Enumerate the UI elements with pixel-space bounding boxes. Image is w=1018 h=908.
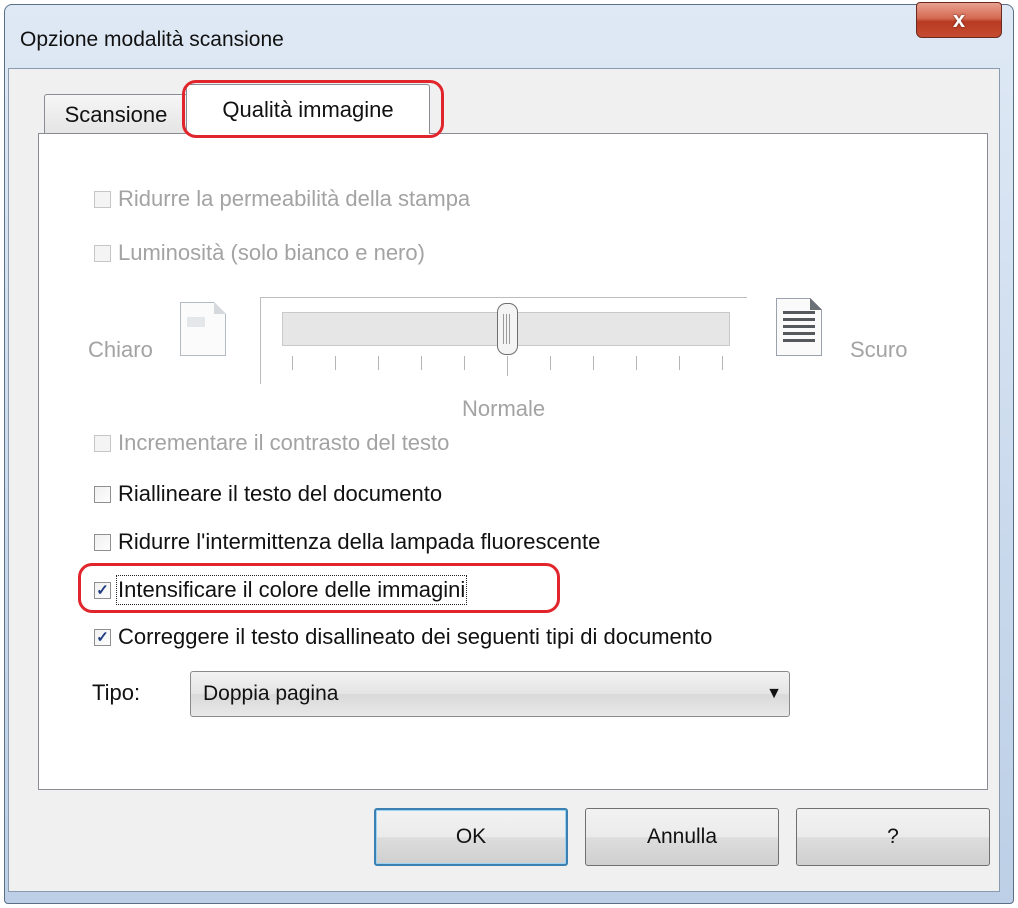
intensify-checkbox[interactable]: Intensificare il colore delle immagini <box>94 575 468 605</box>
checkbox-box-checked <box>94 628 111 646</box>
slider-tick <box>421 356 422 370</box>
slider-tick <box>378 356 379 370</box>
intensify-label: Intensificare il colore delle immagini <box>115 575 468 605</box>
realign-checkbox[interactable]: Riallineare il testo del documento <box>94 481 442 507</box>
brightness-slider-thumb[interactable] <box>497 303 518 355</box>
correct-skew-label: Correggere il testo disallineato dei seg… <box>118 624 713 649</box>
correct-skew-checkbox[interactable]: Correggere il testo disallineato dei seg… <box>94 624 712 650</box>
dropdown-arrow-icon: ▼ <box>766 685 782 702</box>
contrast-label: Incrementare il contrasto del testo <box>118 430 450 455</box>
checkbox-box <box>94 434 111 452</box>
close-button[interactable]: x <box>916 2 1002 38</box>
realign-label: Riallineare il testo del documento <box>118 481 443 506</box>
dark-document-icon <box>776 298 822 356</box>
close-icon: x <box>952 7 966 32</box>
slider-light-label: Chiaro <box>88 337 153 362</box>
checkbox-box <box>94 190 111 208</box>
window-title: Opzione modalità scansione <box>20 28 284 51</box>
contrast-checkbox[interactable]: Incrementare il contrasto del testo <box>94 430 449 456</box>
brightness-checkbox[interactable]: Luminosità (solo bianco e nero) <box>94 240 425 266</box>
checkbox-box <box>94 533 111 551</box>
slider-tick <box>722 356 723 370</box>
tab-scansione[interactable]: Scansione <box>44 94 188 134</box>
type-label: Tipo: <box>92 680 140 706</box>
flicker-label: Ridurre l'intermittenza della lampada fl… <box>118 529 601 554</box>
slider-tick <box>593 356 594 370</box>
type-dropdown[interactable]: Doppia pagina ▼ <box>190 671 790 717</box>
ok-button-label: OK <box>455 825 487 848</box>
slider-tick <box>292 356 293 370</box>
slider-tick <box>335 356 336 370</box>
brightness-label: Luminosità (solo bianco e nero) <box>118 240 425 265</box>
slider-tick <box>636 356 637 370</box>
tab-qualita-immagine-label: Qualità immagine <box>222 96 394 122</box>
slider-tick <box>507 356 508 376</box>
tab-qualita-immagine[interactable]: Qualità immagine <box>186 84 430 134</box>
help-button-label: ? <box>887 825 899 848</box>
flicker-checkbox[interactable]: Ridurre l'intermittenza della lampada fl… <box>94 529 600 555</box>
ok-button[interactable]: OK <box>374 808 568 866</box>
slider-normal-label: Normale <box>462 396 546 421</box>
slider-dark-label: Scuro <box>850 337 908 362</box>
type-label-text: Tipo: <box>92 680 141 705</box>
light-document-icon <box>180 302 226 356</box>
reduce-bleed-checkbox[interactable]: Ridurre la permeabilità della stampa <box>94 186 470 212</box>
slider-tick <box>679 356 680 370</box>
type-dropdown-value: Doppia pagina <box>203 682 339 705</box>
slider-tick <box>464 356 465 370</box>
checkbox-box-checked <box>94 581 111 599</box>
checkbox-box <box>94 244 111 262</box>
help-button[interactable]: ? <box>796 808 990 866</box>
cancel-button[interactable]: Annulla <box>585 808 779 866</box>
checkbox-box <box>94 485 111 503</box>
tab-scansione-label: Scansione <box>64 101 168 127</box>
cancel-button-label: Annulla <box>646 825 718 848</box>
reduce-bleed-label: Ridurre la permeabilità della stampa <box>118 186 471 211</box>
slider-tick <box>550 356 551 370</box>
